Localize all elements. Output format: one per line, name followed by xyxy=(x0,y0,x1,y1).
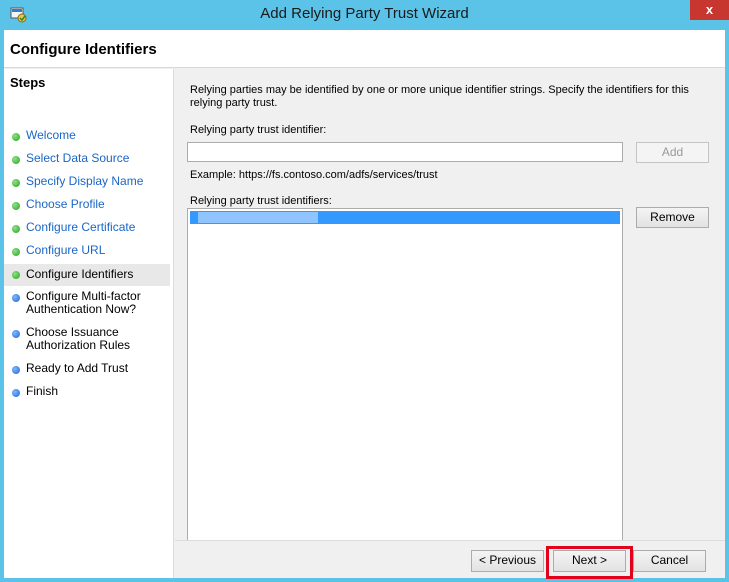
step-label: Configure URL xyxy=(26,243,106,257)
step-label: Choose Profile xyxy=(26,197,105,211)
status-dot-icon xyxy=(12,156,20,164)
step-label: Finish xyxy=(26,384,59,398)
step-configure-multi-factor: Configure Multi-factor Authentication No… xyxy=(4,290,170,318)
close-icon: x xyxy=(705,2,714,17)
status-dot-icon xyxy=(12,225,20,233)
previous-button[interactable]: < Previous xyxy=(471,550,544,572)
status-dot-icon xyxy=(12,248,20,256)
step-label: Configure Certificate xyxy=(26,220,136,234)
add-button[interactable]: Add xyxy=(636,142,709,163)
redacted-identifier xyxy=(198,212,318,223)
wizard-footer: < Previous Next > Cancel xyxy=(175,540,725,579)
step-label: Select Data Source xyxy=(26,151,130,165)
status-dot-icon xyxy=(12,330,20,338)
step-label: Specify Display Name xyxy=(26,174,144,188)
step-label: Ready to Add Trust xyxy=(26,361,129,375)
status-dot-icon xyxy=(12,179,20,187)
identifier-input[interactable] xyxy=(187,142,623,162)
status-dot-icon xyxy=(12,271,20,279)
steps-heading: Steps xyxy=(10,75,46,90)
list-item[interactable] xyxy=(190,211,620,224)
description-text: Relying parties may be identified by one… xyxy=(190,84,689,109)
example-text: Example: https://fs.contoso.com/adfs/ser… xyxy=(190,169,438,181)
steps-pane: Steps Welcome Select Data Source Specify… xyxy=(4,69,174,578)
step-label: Configure Multi-factor Authentication No… xyxy=(26,289,141,316)
window-title: Add Relying Party Trust Wizard xyxy=(260,5,469,22)
cancel-button[interactable]: Cancel xyxy=(633,550,706,572)
step-label: Configure Identifiers xyxy=(26,267,134,281)
identifiers-listbox[interactable] xyxy=(187,208,623,553)
status-dot-icon xyxy=(12,366,20,374)
title-bar: Add Relying Party Trust Wizard x xyxy=(0,0,729,30)
status-dot-icon xyxy=(12,202,20,210)
next-button[interactable]: Next > xyxy=(553,550,626,572)
status-dot-icon xyxy=(12,294,20,302)
close-button[interactable]: x xyxy=(690,0,729,20)
wizard-window: Add Relying Party Trust Wizard x Configu… xyxy=(0,0,729,582)
remove-button[interactable]: Remove xyxy=(636,207,709,228)
main-content: Relying parties may be identified by one… xyxy=(175,69,725,578)
status-dot-icon xyxy=(12,133,20,141)
step-choose-issuance-rules: Choose Issuance Authorization Rules xyxy=(4,326,170,354)
page-header: Configure Identifiers xyxy=(4,30,725,68)
step-configure-identifiers: Configure Identifiers xyxy=(4,264,170,286)
step-label: Welcome xyxy=(26,128,76,142)
identifier-label: Relying party trust identifier: xyxy=(190,124,327,136)
identifiers-label: Relying party trust identifiers: xyxy=(190,195,332,207)
step-label: Choose Issuance Authorization Rules xyxy=(26,325,131,352)
wizard-client: Configure Identifiers Steps Welcome Sele… xyxy=(4,30,725,579)
status-dot-icon xyxy=(12,389,20,397)
page-title: Configure Identifiers xyxy=(10,41,157,58)
